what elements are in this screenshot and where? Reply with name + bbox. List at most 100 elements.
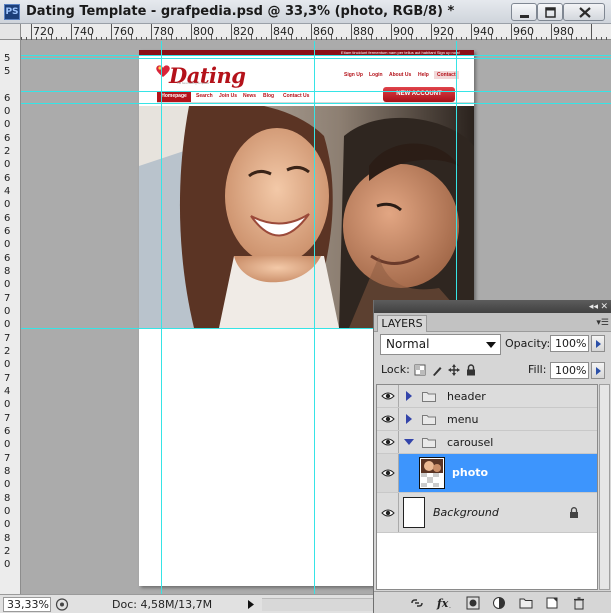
guide-horizontal[interactable] <box>21 91 611 92</box>
layers-scrollbar[interactable] <box>599 384 610 590</box>
ruler-label: 2 <box>4 346 11 357</box>
couple-photo-image <box>139 106 474 328</box>
status-info-icon[interactable] <box>54 597 70 612</box>
layer-row-carousel[interactable]: carousel <box>377 431 597 454</box>
guide-horizontal[interactable] <box>21 55 611 56</box>
ruler-label: 6 <box>4 226 11 237</box>
new-layer-icon[interactable] <box>545 596 559 610</box>
mainnav-contact[interactable]: Contact Us <box>283 93 309 99</box>
layer-row-header[interactable]: header <box>377 385 597 408</box>
lock-image-pixels-icon[interactable] <box>431 364 443 376</box>
tab-layers[interactable]: LAYERS <box>377 315 427 332</box>
ruler-label: 780 <box>153 25 174 38</box>
layer-name[interactable]: photo <box>452 466 488 479</box>
ruler-label: 7 <box>4 413 11 424</box>
ruler-label: 4 <box>4 386 11 397</box>
opacity-field[interactable]: 100% <box>550 335 589 352</box>
panel-menu-icon[interactable]: ▾☰ <box>596 317 609 328</box>
ruler-label: 820 <box>233 25 254 38</box>
layer-row-background[interactable]: Background <box>377 493 597 533</box>
document-size[interactable]: Doc: 4,58M/13,7M <box>112 598 212 611</box>
mainnav-search[interactable]: Search <box>196 93 213 99</box>
lock-all-icon[interactable] <box>465 364 477 376</box>
fill-field[interactable]: 100% <box>550 362 589 379</box>
visibility-toggle[interactable] <box>377 408 399 430</box>
ruler-label: 5 <box>4 66 11 77</box>
carousel-photo[interactable] <box>139 106 474 328</box>
visibility-toggle[interactable] <box>377 493 399 532</box>
visibility-toggle[interactable] <box>377 385 399 407</box>
ruler-label: 2 <box>4 546 11 557</box>
layers-panel: ◂◂ ✕ LAYERS ▾☰ Normal Opacity: 100% Lock… <box>373 300 611 613</box>
guide-horizontal[interactable] <box>21 103 611 104</box>
status-menu-arrow-icon[interactable] <box>244 597 258 612</box>
mainnav-blog[interactable]: Blog <box>263 93 274 99</box>
layer-name[interactable]: carousel <box>447 436 493 449</box>
layer-name[interactable]: menu <box>447 413 478 426</box>
topnav-about[interactable]: About Us <box>389 72 411 78</box>
maximize-button[interactable] <box>537 3 563 21</box>
layer-row-menu[interactable]: menu <box>377 408 597 431</box>
blend-mode-value: Normal <box>386 337 430 351</box>
horizontal-scrollbar[interactable] <box>262 598 374 611</box>
topnav-signup[interactable]: Sign Up <box>344 72 363 78</box>
layers-list: header menu carousel photo Background <box>376 384 598 590</box>
panel-tab-bar: LAYERS ▾☰ <box>374 313 611 332</box>
collapse-triangle-icon[interactable] <box>404 439 414 445</box>
ruler-label: 840 <box>273 25 294 38</box>
mask-icon[interactable] <box>466 596 480 610</box>
guide-horizontal[interactable] <box>21 58 611 59</box>
visibility-toggle[interactable] <box>377 454 399 492</box>
expand-triangle-icon[interactable] <box>406 414 412 424</box>
ruler-label: 0 <box>4 119 11 130</box>
horizontal-ruler[interactable]: 720 740 760 780 800 820 840 860 880 900 … <box>21 24 611 40</box>
layer-thumbnail <box>403 497 425 528</box>
topnav-contact[interactable]: Contact <box>434 71 459 79</box>
panel-header-bar[interactable]: ◂◂ ✕ <box>374 300 611 313</box>
layer-name[interactable]: header <box>447 390 486 403</box>
mainnav-join[interactable]: Join Us <box>219 93 237 99</box>
lock-position-icon[interactable] <box>448 364 460 376</box>
mainnav-homepage[interactable]: Homepage <box>157 91 191 102</box>
layer-row-photo[interactable]: photo <box>377 454 597 493</box>
ruler-label: 6 <box>4 173 11 184</box>
ruler-label: 0 <box>4 106 11 117</box>
new-account-button[interactable]: NEW ACCOUNT <box>383 87 455 102</box>
mainnav-news[interactable]: News <box>243 93 256 99</box>
adjustment-icon[interactable] <box>492 596 506 610</box>
opacity-label: Opacity: <box>505 337 551 350</box>
ruler-label: 960 <box>513 25 534 38</box>
guide-vertical[interactable] <box>161 41 162 594</box>
ruler-label: 0 <box>4 399 11 410</box>
zoom-level-field[interactable]: 33,33% <box>3 597 51 612</box>
opacity-slider-arrow-icon[interactable] <box>591 335 605 352</box>
fx-icon[interactable]: fx. <box>436 596 454 610</box>
ruler-label: 880 <box>353 25 374 38</box>
ruler-label: 8 <box>4 533 11 544</box>
fill-slider-arrow-icon[interactable] <box>591 362 605 379</box>
group-icon[interactable] <box>519 596 533 610</box>
vertical-ruler[interactable]: 5 5 6 0 0 6 2 0 6 4 0 6 6 0 6 8 0 7 0 0 … <box>0 40 21 594</box>
ruler-label: 6 <box>4 253 11 264</box>
ruler-origin[interactable] <box>0 24 21 40</box>
minimize-button[interactable] <box>511 3 537 21</box>
guide-vertical[interactable] <box>314 41 315 594</box>
ruler-label: 0 <box>4 479 11 490</box>
ruler-label: 0 <box>4 239 11 250</box>
eye-icon <box>381 415 395 423</box>
topnav-help[interactable]: Help <box>418 72 429 78</box>
visibility-toggle[interactable] <box>377 431 399 453</box>
close-button[interactable] <box>563 3 605 21</box>
ruler-label: 900 <box>393 25 414 38</box>
lock-transparent-pixels-icon[interactable] <box>414 364 426 376</box>
trash-icon[interactable] <box>572 596 586 610</box>
ruler-label: 4 <box>4 186 11 197</box>
topnav-login[interactable]: Login <box>369 72 383 78</box>
chevron-down-icon <box>486 342 496 348</box>
blend-mode-select[interactable]: Normal <box>380 334 501 355</box>
expand-triangle-icon[interactable] <box>406 391 412 401</box>
panel-collapse-close-icon[interactable]: ◂◂ ✕ <box>589 301 608 312</box>
layer-name[interactable]: Background <box>433 506 499 519</box>
ruler-label: 7 <box>4 293 11 304</box>
link-icon[interactable] <box>410 596 424 610</box>
